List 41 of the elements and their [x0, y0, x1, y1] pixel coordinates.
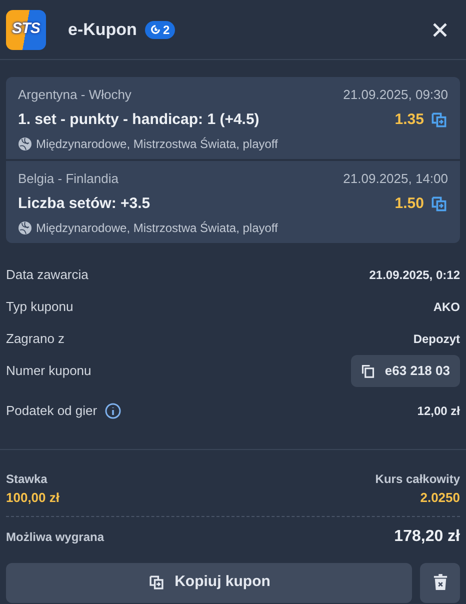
count-badge: 2 [144, 20, 175, 38]
detail-value: AKO [433, 299, 460, 316]
stake-label: Stawka [6, 471, 48, 488]
league-name: Międzynarodowe, Mistrzostwa Świata, playoff [36, 220, 278, 237]
match-name: Argentyna - Włochy [18, 86, 132, 104]
close-icon [432, 22, 448, 38]
detail-value: 21.09.2025, 0:12 [369, 267, 460, 284]
detail-label: Typ kuponu [6, 298, 74, 316]
close-button[interactable] [432, 22, 448, 38]
bet-odds: 1.35 [394, 110, 424, 130]
info-icon[interactable] [105, 403, 122, 419]
detail-value: Depozyt [413, 331, 460, 348]
detail-value: 12,00 zł [417, 403, 460, 420]
league-name: Międzynarodowe, Mistrzostwa Świata, playoff [36, 136, 278, 153]
copy-icon [430, 194, 448, 213]
volleyball-icon [18, 221, 32, 235]
delete-button[interactable] [420, 562, 460, 602]
detail-label: Data zawarcia [6, 266, 88, 284]
detail-label: Podatek od gier [6, 402, 98, 420]
bet-selection: 1. set - punkty - handicap: 1 (+4.5) [18, 110, 260, 130]
match-datetime: 21.09.2025, 09:30 [343, 86, 448, 104]
copy-icon [430, 110, 448, 129]
possible-win-amount: 178,20 zł [394, 526, 460, 546]
total-odds: 2.0250 [420, 489, 460, 507]
stake-amount: 100,00 zł [6, 489, 60, 507]
detail-label: Numer kuponu [6, 362, 92, 380]
trash-icon [432, 574, 448, 591]
copy-icon [360, 364, 375, 378]
window-title: e-Kupon [68, 18, 137, 41]
match-name: Belgia - Finlandia [18, 170, 118, 188]
bet-odds: 1.50 [394, 194, 424, 214]
total-odds-label: Kurs całkowity [375, 471, 460, 488]
coupon-number-button[interactable]: e63 218 03 [350, 355, 460, 387]
copy-coupon-button[interactable]: Kopiuj kupon [6, 562, 412, 602]
volleyball-icon [18, 137, 32, 151]
match-datetime: 21.09.2025, 14:00 [343, 170, 448, 188]
clock-icon [150, 24, 161, 35]
possible-win-label: Możliwa wygrana [6, 528, 104, 546]
detail-label: Zagrano z [6, 330, 65, 348]
copy-icon [148, 574, 165, 591]
bet-selection: Liczba setów: +3.5 [18, 194, 150, 214]
